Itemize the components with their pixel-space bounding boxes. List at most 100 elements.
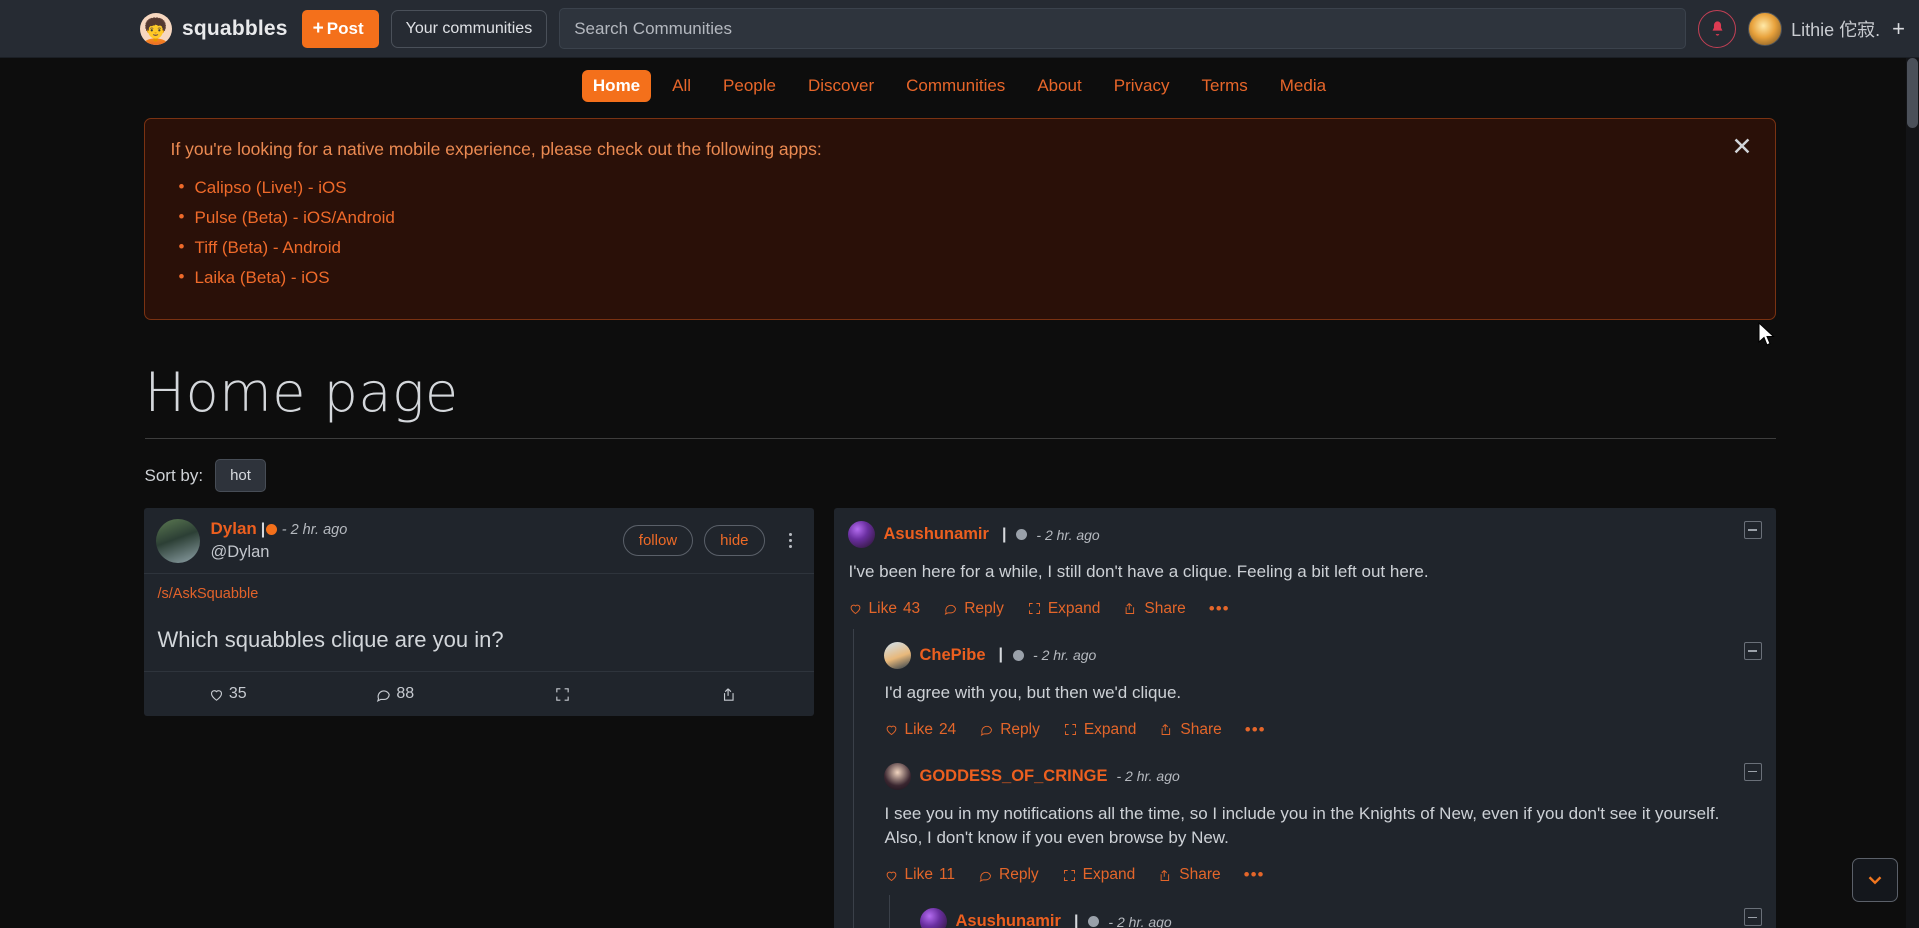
- tab-privacy[interactable]: Privacy: [1103, 70, 1181, 102]
- avatar: [883, 762, 911, 790]
- like-button[interactable]: Like 11: [884, 866, 955, 884]
- user-menu[interactable]: Lithie 佗寂. +: [1748, 11, 1905, 46]
- comment-actions: Like 43 Reply Expand Share •••: [848, 599, 1732, 619]
- comment-author-link[interactable]: Asushunamir: [956, 912, 1061, 928]
- comment-item: GODDESS_OF_CRINGE - 2 hr. ago I see you …: [870, 750, 1776, 896]
- share-button[interactable]: Share: [1159, 721, 1222, 739]
- collapse-icon[interactable]: [1743, 521, 1762, 539]
- like-label: Like: [868, 599, 897, 617]
- tab-all[interactable]: All: [661, 70, 702, 102]
- more-options-icon[interactable]: •••: [1244, 865, 1265, 885]
- reply-button[interactable]: Reply: [979, 721, 1040, 739]
- post-author-link[interactable]: Dylan: [211, 519, 257, 538]
- list-item[interactable]: Calipso (Live!) - iOS: [171, 173, 1749, 203]
- sort-select[interactable]: hot: [215, 459, 266, 492]
- badge-pipe: |: [1073, 912, 1079, 928]
- scrollbar-thumb[interactable]: [1907, 58, 1918, 128]
- more-options-icon[interactable]: [780, 533, 802, 549]
- reply-button[interactable]: Reply: [943, 600, 1004, 618]
- fullscreen-icon: [1063, 869, 1075, 881]
- tab-about[interactable]: About: [1026, 70, 1092, 102]
- tab-people[interactable]: People: [712, 70, 787, 102]
- like-button[interactable]: Like 24: [884, 721, 956, 739]
- tab-discover[interactable]: Discover: [797, 70, 885, 102]
- add-icon[interactable]: +: [1892, 17, 1905, 40]
- post-title[interactable]: Which squabbles clique are you in?: [158, 627, 800, 653]
- tab-terms[interactable]: Terms: [1190, 70, 1258, 102]
- comment-actions: Like 11 Reply Expand Share •••: [884, 865, 1732, 885]
- post-header: Dylan | - 2 hr. ago @Dylan follow hide: [143, 508, 814, 575]
- list-item[interactable]: Pulse (Beta) - iOS/Android: [171, 203, 1749, 233]
- expand-label: Expand: [1047, 599, 1101, 617]
- post-handle: @Dylan: [210, 542, 270, 561]
- expand-button[interactable]: Expand: [1027, 599, 1101, 618]
- comment-text: I'd agree with you, but then we'd clique…: [884, 682, 1182, 702]
- collapse-icon[interactable]: [1743, 762, 1762, 781]
- tab-home[interactable]: Home: [581, 70, 652, 102]
- page-title: Home page: [144, 361, 1776, 439]
- heart-icon: [886, 871, 896, 881]
- scrollbar[interactable]: [1906, 58, 1919, 928]
- search-input[interactable]: [559, 8, 1687, 49]
- fullscreen-icon: [1028, 603, 1040, 615]
- post-card: Dylan | - 2 hr. ago @Dylan follow hide /s…: [143, 508, 814, 717]
- post-timestamp: - 2 hr. ago: [281, 522, 348, 538]
- app-list: Calipso (Live!) - iOS Pulse (Beta) - iOS…: [171, 173, 1749, 293]
- expand-button[interactable]: Expand: [1062, 866, 1136, 884]
- expand-button[interactable]: Expand: [1063, 721, 1136, 739]
- collapse-icon[interactable]: [1743, 908, 1762, 927]
- heart-icon: [210, 689, 222, 701]
- share-button[interactable]: Share: [1123, 599, 1186, 618]
- badge-pipe: |: [1001, 525, 1007, 543]
- share-button[interactable]: Share: [1158, 866, 1221, 884]
- avatar: [919, 908, 947, 928]
- your-communities-button[interactable]: Your communities: [390, 9, 548, 48]
- comment-icon: [979, 871, 992, 882]
- avatar-logo-icon: 🧑‍🦱: [140, 12, 172, 45]
- tab-media[interactable]: Media: [1269, 70, 1337, 102]
- post-actions: 35 88: [144, 672, 814, 716]
- fullscreen-icon: [1064, 724, 1076, 736]
- scroll-to-bottom-button[interactable]: [1852, 858, 1898, 902]
- list-item[interactable]: Tiff (Beta) - Android: [171, 233, 1749, 263]
- post-community-link[interactable]: /s/AskSquabble: [158, 586, 800, 602]
- collapse-icon[interactable]: [1743, 641, 1762, 660]
- like-button[interactable]: Like 43: [848, 599, 920, 618]
- comment-author-link[interactable]: ChePibe: [920, 646, 986, 665]
- nav-tabs: Home All People Discover Communities Abo…: [0, 58, 1919, 112]
- comment-button[interactable]: 88: [311, 672, 479, 716]
- expand-label: Expand: [1082, 866, 1136, 884]
- reply-button[interactable]: Reply: [978, 866, 1039, 884]
- brand[interactable]: 🧑‍🦱 squabbles: [140, 12, 288, 45]
- more-options-icon[interactable]: •••: [1245, 720, 1266, 740]
- like-button[interactable]: 35: [144, 672, 312, 716]
- heart-icon: [850, 605, 860, 615]
- like-label: Like: [904, 866, 933, 884]
- create-post-button[interactable]: + Post: [301, 9, 379, 48]
- status-badge: [1013, 649, 1025, 661]
- fullscreen-button[interactable]: [479, 673, 647, 716]
- comment-icon: [980, 726, 993, 737]
- comment-actions: Like 24 Reply Expand Share •••: [884, 720, 1732, 740]
- tab-communities[interactable]: Communities: [895, 70, 1016, 102]
- notifications-button[interactable]: [1698, 9, 1737, 48]
- follow-button[interactable]: follow: [622, 525, 694, 557]
- reply-label: Reply: [999, 866, 1039, 884]
- comments-column: Asushunamir | - 2 hr. ago I've been here …: [833, 508, 1776, 928]
- banner-lead-text: If you're looking for a native mobile ex…: [170, 139, 822, 159]
- mobile-apps-banner: If you're looking for a native mobile ex…: [143, 118, 1776, 320]
- close-icon[interactable]: ✕: [1732, 135, 1753, 160]
- status-badge: [1016, 529, 1028, 540]
- bell-icon: [1712, 21, 1723, 36]
- hide-button[interactable]: hide: [704, 525, 765, 557]
- comment-author-link[interactable]: GODDESS_OF_CRINGE: [920, 767, 1108, 786]
- comment-author-link[interactable]: Asushunamir: [884, 525, 989, 544]
- status-badge: [1088, 916, 1100, 928]
- share-label: Share: [1144, 599, 1186, 617]
- comment-timestamp: - 2 hr. ago: [1108, 913, 1172, 928]
- share-icon: [1162, 724, 1171, 736]
- more-options-icon[interactable]: •••: [1209, 599, 1230, 619]
- list-item[interactable]: Laika (Beta) - iOS: [171, 263, 1749, 293]
- share-icon: [724, 688, 734, 701]
- share-button[interactable]: [646, 673, 814, 716]
